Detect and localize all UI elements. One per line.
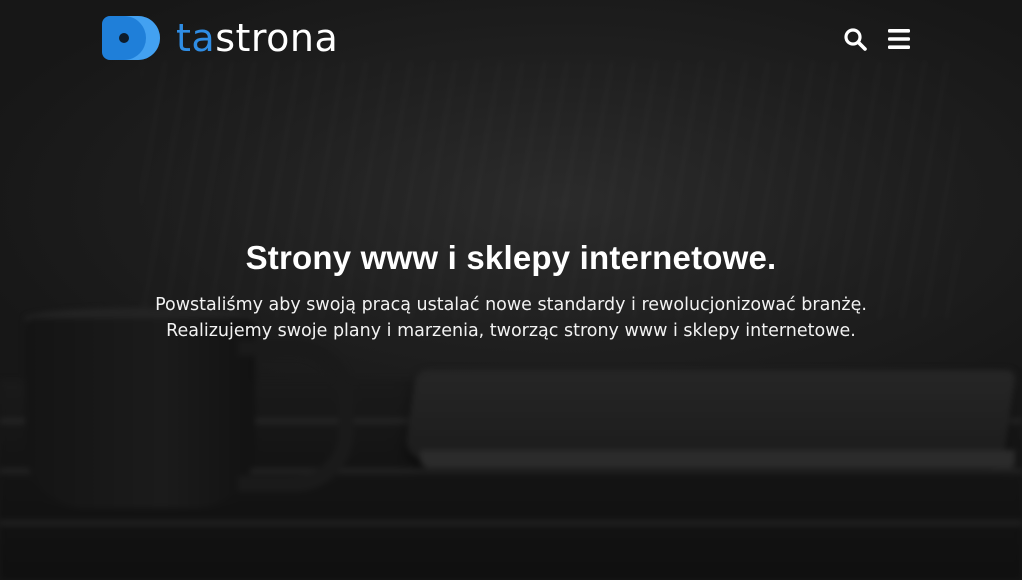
background-laptop [403, 370, 1017, 460]
menu-button[interactable] [886, 26, 912, 52]
hero-title: Strony www i sklepy internetowe. [245, 239, 777, 276]
hero-description: Powstaliśmy aby swoją pracą ustalać nowe… [0, 292, 1022, 344]
desk-line [0, 520, 1022, 526]
logo-text-accent: ta [176, 16, 216, 60]
site-logo-link[interactable]: tastrona [102, 16, 338, 60]
hero-description-line: Realizujemy swoje plany i marzenia, twor… [166, 321, 856, 341]
logo-icon [102, 16, 160, 60]
search-button[interactable] [842, 26, 868, 52]
search-icon [844, 28, 867, 51]
logo-text-rest: strona [215, 16, 339, 60]
hero-content: Strony www i sklepy internetowe. Powstal… [0, 236, 1022, 344]
background-mug [25, 318, 255, 508]
hero-description-line: Powstaliśmy aby swoją pracą ustalać nowe… [155, 295, 867, 315]
background-mug-handle [238, 340, 354, 492]
hero-section: tastrona Strony www i sklepy internetowe… [0, 0, 1022, 580]
hamburger-menu-icon [888, 29, 910, 49]
background-laptop-edge [420, 450, 1015, 468]
logo-text: tastrona [176, 16, 338, 60]
header-actions [842, 26, 912, 52]
